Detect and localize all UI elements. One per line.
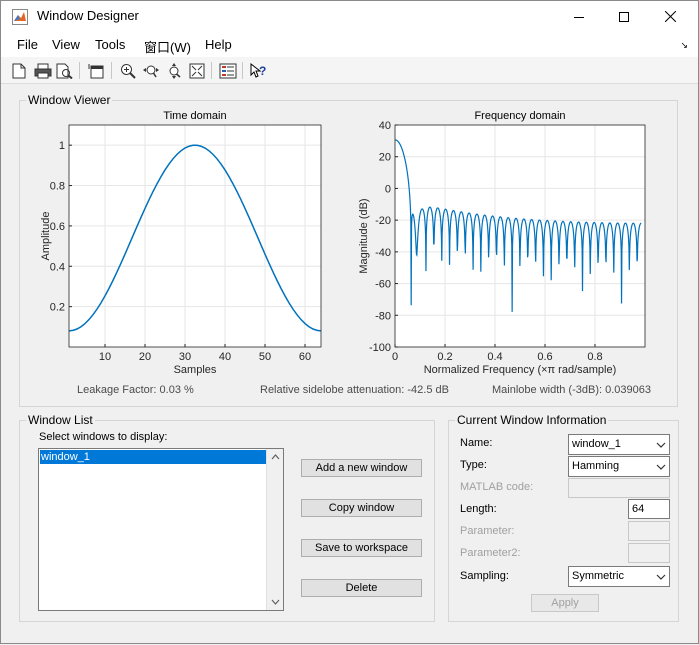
current-window-info-label: Current Window Information — [455, 413, 609, 427]
delete-button[interactable]: Delete — [301, 579, 422, 597]
save-to-workspace-button[interactable]: Save to workspace — [301, 539, 422, 557]
time-y-tick-label: 0.4 — [50, 261, 65, 273]
sampling-dropdown[interactable]: Symmetric — [568, 566, 670, 587]
parameter-label: Parameter: — [460, 525, 515, 537]
length-label: Length: — [460, 503, 497, 515]
time-x-tick-label: 30 — [179, 351, 191, 363]
scroll-up-icon — [271, 454, 280, 460]
window-designer-app: Window Designer File View Tools 窗口(W) He… — [0, 0, 699, 644]
apply-button[interactable]: Apply — [531, 594, 599, 612]
sidelobe-attenuation-text: Relative sidelobe attenuation: -42.5 dB — [260, 384, 449, 396]
time-y-tick-label: 0.8 — [50, 181, 65, 193]
name-value: window_1 — [572, 438, 621, 450]
sampling-value: Symmetric — [572, 570, 624, 582]
sampling-label: Sampling: — [460, 570, 509, 582]
mainlobe-width-text: Mainlobe width (-3dB): 0.039063 — [492, 384, 651, 396]
parameter2-label: Parameter2: — [460, 547, 521, 559]
scroll-down-icon — [271, 599, 280, 605]
length-field[interactable]: 64 — [628, 499, 670, 519]
time-y-axis-label: Amplitude — [40, 212, 52, 261]
window-listbox[interactable]: window_1 — [38, 448, 284, 611]
time-x-tick-label: 20 — [139, 351, 151, 363]
parameter2-field — [628, 543, 670, 563]
leakage-factor-text: Leakage Factor: 0.03 % — [77, 384, 194, 396]
time-x-tick-label: 10 — [99, 351, 111, 363]
select-windows-label: Select windows to display: — [39, 431, 168, 443]
type-value: Hamming — [572, 460, 620, 472]
time-x-tick-label: 40 — [219, 351, 231, 363]
name-label: Name: — [460, 437, 493, 449]
time-plot-area — [69, 125, 321, 347]
time-y-tick-label: 0.2 — [50, 302, 65, 314]
parameter-field — [628, 521, 670, 541]
name-dropdown[interactable]: window_1 — [568, 434, 670, 455]
type-label: Type: — [460, 459, 487, 471]
chevron-down-icon — [652, 457, 669, 476]
time-x-tick-label: 60 — [299, 351, 311, 363]
time-x-axis-label: Samples — [174, 364, 217, 376]
time-x-tick-label: 50 — [259, 351, 271, 363]
copy-window-button[interactable]: Copy window — [301, 499, 422, 517]
window-list-label: Window List — [26, 413, 95, 427]
time-y-tick-label: 1 — [59, 140, 65, 152]
add-window-button[interactable]: Add a new window — [301, 459, 422, 477]
matlab-code-label: MATLAB code: — [460, 481, 534, 493]
chevron-down-icon — [652, 435, 669, 454]
matlab-code-field — [568, 478, 670, 498]
list-scrollbar[interactable] — [266, 449, 283, 610]
chevron-down-icon — [652, 567, 669, 586]
list-item[interactable]: window_1 — [40, 450, 267, 464]
type-dropdown[interactable]: Hamming — [568, 456, 670, 477]
